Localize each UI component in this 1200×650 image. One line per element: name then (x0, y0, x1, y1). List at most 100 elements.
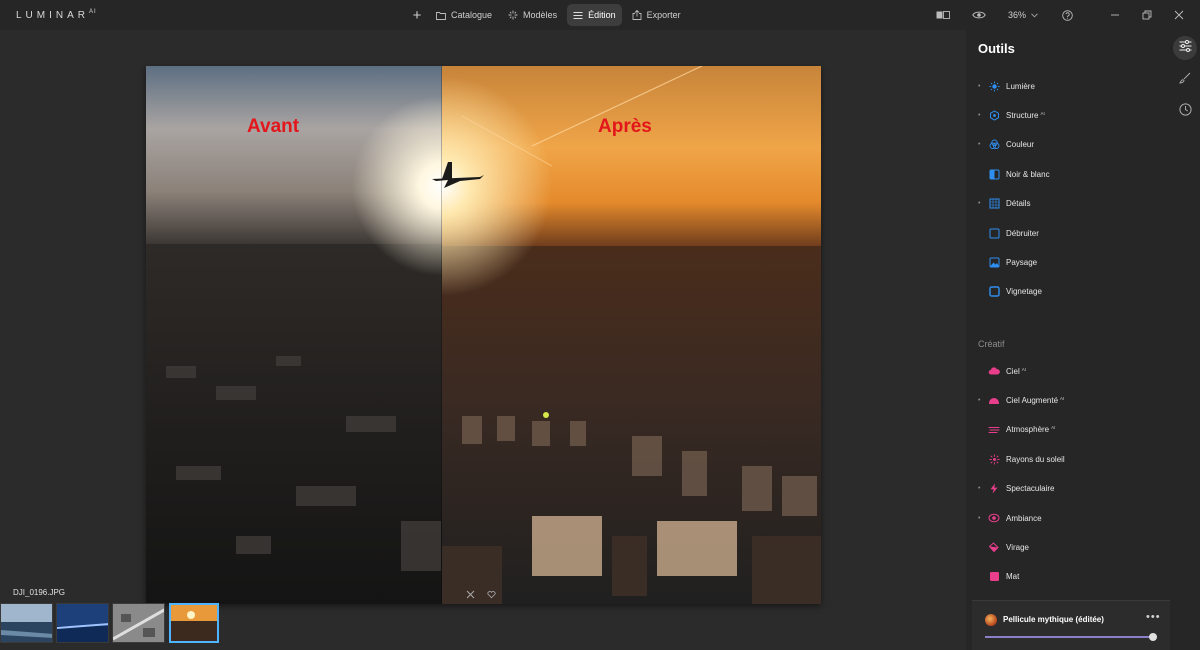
eye-icon[interactable] (972, 8, 986, 22)
tool-essential-3[interactable]: Noir & blanc (978, 165, 1158, 183)
before-label: Avant (247, 116, 300, 137)
denoise-square-icon (988, 227, 1000, 239)
image-canvas: Avant Après DJI_0196.JPG (0, 30, 966, 650)
reject-icon[interactable] (466, 586, 475, 604)
panel-rail (1170, 30, 1200, 650)
tool-creative-0[interactable]: Ciel AI (978, 362, 1158, 380)
landscape-icon (988, 256, 1000, 268)
tool-creative-7[interactable]: Mat (978, 568, 1158, 586)
main-nav: + Catalogue Modèles Édition Exporter (408, 4, 687, 26)
export-icon (632, 10, 642, 20)
tool-creative-2[interactable]: Atmosphère AI (978, 421, 1158, 439)
half-square-icon (988, 168, 1000, 180)
thumbnail-aerial-city-river[interactable] (0, 603, 53, 643)
airplane (432, 162, 484, 188)
preset-thumbnail-icon (985, 614, 997, 626)
panel-title: Outils (978, 41, 1015, 56)
compare-icon[interactable] (936, 8, 950, 22)
tool-label: Vignetage (1006, 287, 1042, 297)
tool-label: Noir & blanc (1006, 169, 1050, 179)
tool-essential-5[interactable]: Débruiter (978, 224, 1158, 242)
ai-badge: AI (1051, 425, 1056, 431)
favorite-heart-icon[interactable] (487, 586, 496, 604)
image-actions (466, 586, 496, 604)
tab-catalogue[interactable]: Catalogue (430, 4, 498, 26)
app-logo: LUMINARAI (16, 9, 97, 21)
tool-essential-2[interactable]: • Couleur (978, 136, 1158, 154)
history-rail-button[interactable] (1173, 100, 1197, 124)
preset-name: Pellicule mythique (éditée) (1003, 615, 1104, 624)
tool-creative-1[interactable]: • Ciel Augmenté AI (978, 391, 1158, 409)
sliders-icon (573, 10, 583, 20)
tool-label: Paysage (1006, 257, 1038, 267)
top-bar: LUMINARAI + Catalogue Modèles Édition Ex… (0, 0, 1200, 30)
thumbnail-sunset-aerial-city[interactable] (169, 603, 219, 643)
section-creative: Créatif (978, 339, 1005, 349)
brush-icon (1179, 71, 1191, 89)
tool-essential-7[interactable]: Vignetage (978, 283, 1158, 301)
thumbnail-blue-water-landscape[interactable] (56, 603, 109, 643)
ai-badge: AI (1060, 395, 1065, 401)
ai-badge: AI (1021, 366, 1027, 372)
structure-icon (988, 109, 1000, 121)
toning-bucket-icon (988, 541, 1000, 553)
tab-templates-label: Modèles (523, 10, 558, 20)
zoom-dropdown[interactable]: 36% (1008, 10, 1038, 20)
tool-essential-0[interactable]: • Lumière (978, 77, 1158, 95)
tab-templates[interactable]: Modèles (502, 4, 563, 26)
active-dot: • (978, 485, 981, 493)
tool-creative-3[interactable]: Rayons du soleil (978, 450, 1158, 468)
filmstrip (0, 603, 219, 643)
vignette-icon (988, 286, 1000, 298)
ai-badge: AI (1040, 110, 1045, 116)
thumbnail-bw-aerial-city[interactable] (112, 603, 165, 643)
photo-after-half (442, 66, 821, 604)
tool-label: Couleur (1006, 140, 1035, 150)
tab-edit[interactable]: Édition (567, 4, 622, 26)
preset-more-button[interactable]: ••• (1146, 611, 1161, 623)
slider-fill (985, 636, 1153, 638)
tools-panel: Outils • Lumière • Structure AI • Couleur Noir … (966, 30, 1170, 650)
after-label: Après (598, 116, 652, 137)
tool-essential-1[interactable]: • Structure AI (978, 106, 1158, 124)
tool-label: Ciel Augmenté (1006, 395, 1059, 405)
tool-label: Virage (1006, 542, 1029, 552)
sunrays-icon (988, 453, 1000, 465)
help-icon[interactable] (1060, 8, 1074, 22)
mood-icon (988, 512, 1000, 524)
photo-before-half (146, 66, 442, 604)
tools-rail-button[interactable] (1173, 36, 1197, 60)
tool-label: Lumière (1006, 81, 1035, 91)
lightning-icon (988, 483, 1000, 495)
tab-export[interactable]: Exporter (626, 4, 687, 26)
brush-rail-button[interactable] (1173, 68, 1197, 92)
tool-essential-6[interactable]: Paysage (978, 253, 1158, 271)
folder-icon (436, 10, 446, 20)
restore-icon[interactable] (1140, 8, 1154, 22)
tool-creative-4[interactable]: • Spectaculaire (978, 480, 1158, 498)
chevron-down-icon (1031, 12, 1038, 17)
preset-amount-slider[interactable] (985, 633, 1157, 641)
active-dot: • (978, 141, 981, 149)
cloud-icon (988, 365, 1000, 377)
tool-creative-5[interactable]: • Ambiance (978, 509, 1158, 527)
split-divider[interactable] (441, 66, 442, 604)
atmosphere-icon (988, 424, 1000, 436)
augmented-sky-icon (988, 394, 1000, 406)
tool-label: Ciel (1006, 366, 1020, 376)
zoom-value: 36% (1007, 10, 1026, 20)
slider-knob[interactable] (1149, 633, 1157, 641)
tool-label: Détails (1006, 199, 1031, 209)
tool-label: Atmosphère (1006, 425, 1050, 435)
tab-edit-label: Édition (588, 10, 616, 20)
minimize-icon[interactable] (1108, 8, 1122, 22)
photo-before-after[interactable]: Avant Après (146, 66, 821, 604)
add-photos-button[interactable]: + (408, 7, 426, 24)
tool-creative-6[interactable]: Virage (978, 538, 1158, 556)
active-dot: • (978, 396, 981, 404)
tool-essential-4[interactable]: • Détails (978, 195, 1158, 213)
active-dot: • (978, 200, 981, 208)
tool-label: Rayons du soleil (1006, 454, 1065, 464)
tool-label: Structure (1006, 110, 1039, 120)
close-icon[interactable] (1172, 8, 1186, 22)
